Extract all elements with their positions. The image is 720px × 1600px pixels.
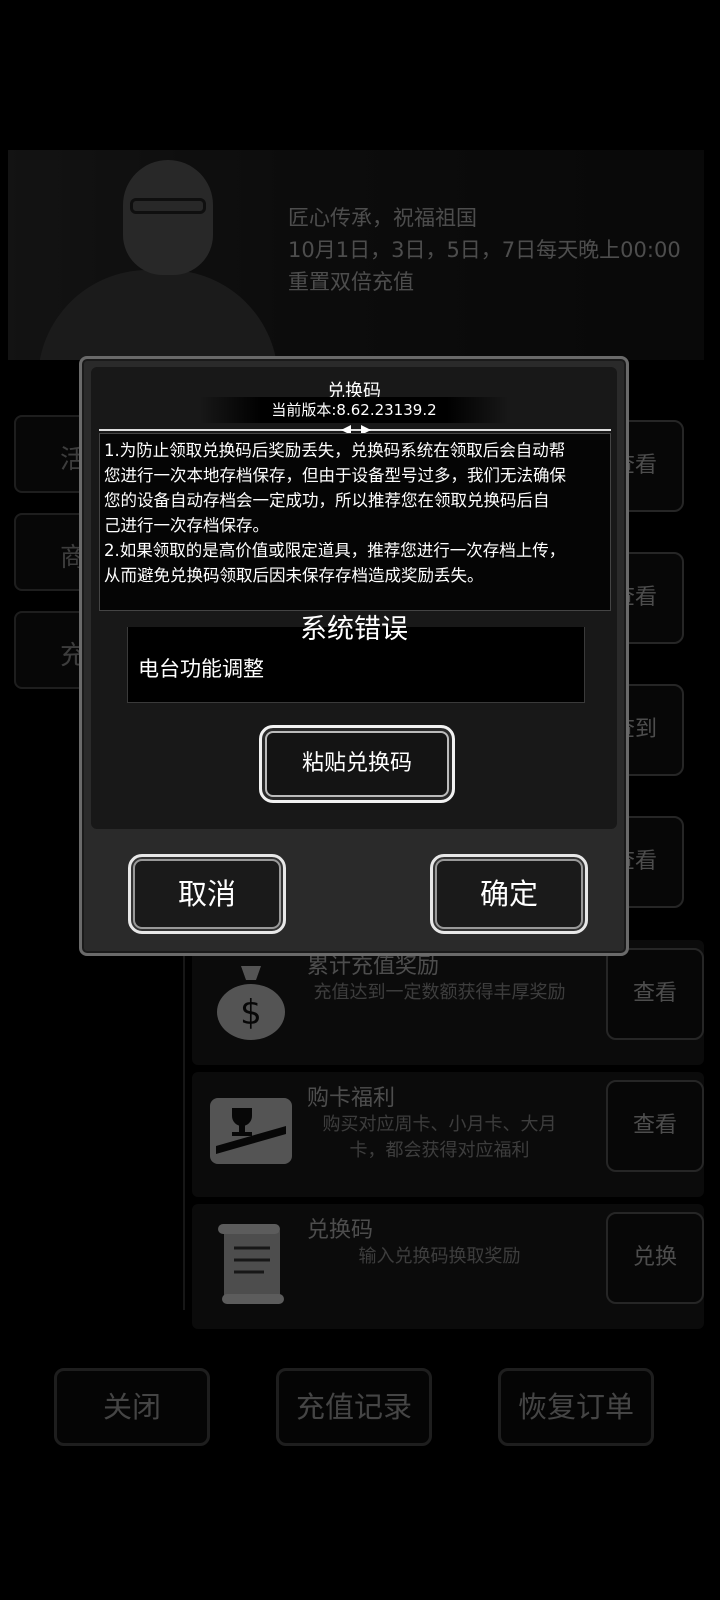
confirm-button[interactable]: 确定 xyxy=(430,854,588,934)
banner-text: 匠心传承，祝福祖国 10月1日，3日，5日，7日每天晚上00:00 重置双倍充值 xyxy=(288,202,698,298)
item-desc: 输入兑换码换取奖励 xyxy=(358,1246,521,1267)
banner-portrait xyxy=(18,150,278,360)
money-bag-icon: $ xyxy=(217,966,285,1040)
restore-orders-button[interactable]: 恢复订单 xyxy=(498,1368,654,1446)
notice-textbox: 1.为防止领取兑换码后奖励丢失，兑换码系统在领取后会自动帮 您进行一次本地存档保… xyxy=(99,433,611,611)
portrait-body xyxy=(38,270,278,360)
recharge-records-button[interactable]: 充值记录 xyxy=(276,1368,432,1446)
svg-text:$: $ xyxy=(240,993,262,1033)
item-desc: 购买对应周卡、小月卡、大月卡，都会获得对应福利 xyxy=(322,1114,557,1161)
item-title: 兑换码 xyxy=(307,1218,374,1243)
portrait-head xyxy=(123,160,213,275)
screen: 匠心传承，祝福祖国 10月1日，3日，5日，7日每天晚上00:00 重置双倍充值… xyxy=(0,0,720,1600)
list-item-card-welfare: 购卡福利 购买对应周卡、小月卡、大月卡，都会获得对应福利 查看 xyxy=(192,1072,704,1197)
close-button[interactable]: 关闭 xyxy=(54,1368,210,1446)
notice-line: 1.为防止领取兑换码后奖励丢失，兑换码系统在领取后会自动帮 xyxy=(104,441,566,460)
notice-line: 您的设备自动存档会一定成功，所以推荐您在领取兑换码后自 xyxy=(104,491,550,510)
notice-line: 从而避免兑换码领取后因未保存存档造成奖励丢失。 xyxy=(104,566,484,585)
scroll-icon xyxy=(218,1224,284,1304)
redeem-code-dialog: 兑换码 当前版本:8.62.23139.2 1.为防止领取兑换码后奖励丢失，兑换… xyxy=(79,356,629,956)
notice-line: 己进行一次存档保存。 xyxy=(104,516,269,535)
redeem-button[interactable]: 兑换 xyxy=(606,1212,704,1304)
item-title: 购卡福利 xyxy=(307,1086,396,1111)
list-item-recharge-reward: $ 累计充值奖励 充值达到一定数额获得丰厚奖励 查看 xyxy=(192,940,704,1065)
dialog-content-panel: 兑换码 当前版本:8.62.23139.2 1.为防止领取兑换码后奖励丢失，兑换… xyxy=(91,367,617,829)
version-label: 当前版本:8.62.23139.2 xyxy=(199,397,509,423)
notice-line: 您进行一次本地存档保存，但由于设备型号过多，我们无法确保 xyxy=(104,466,566,485)
list-item-redeem-code: 兑换码 输入兑换码换取奖励 兑换 xyxy=(192,1204,704,1329)
banner-line: 匠心传承，祝福祖国 xyxy=(288,206,477,230)
event-banner: 匠心传承，祝福祖国 10月1日，3日，5日，7日每天晚上00:00 重置双倍充值 xyxy=(8,150,704,360)
view-button[interactable]: 查看 xyxy=(606,1080,704,1172)
error-message: 电台功能调整 xyxy=(138,657,264,681)
error-toast-title: 系统错误 xyxy=(300,614,408,645)
paste-code-button[interactable]: 粘贴兑换码 xyxy=(259,725,455,803)
portrait-glasses xyxy=(130,198,206,214)
card-trophy-icon xyxy=(210,1098,292,1164)
banner-line: 10月1日，3日，5日，7日每天晚上00:00 xyxy=(288,238,681,262)
notice-line: 2.如果领取的是高价值或限定道具，推荐您进行一次存档上传， xyxy=(104,541,566,560)
cancel-button[interactable]: 取消 xyxy=(128,854,286,934)
bottom-bar: 关闭 充值记录 恢复订单 xyxy=(0,1368,720,1448)
banner-line: 重置双倍充值 xyxy=(288,270,414,294)
view-button[interactable]: 查看 xyxy=(606,948,704,1040)
item-desc: 充值达到一定数额获得丰厚奖励 xyxy=(313,982,566,1003)
